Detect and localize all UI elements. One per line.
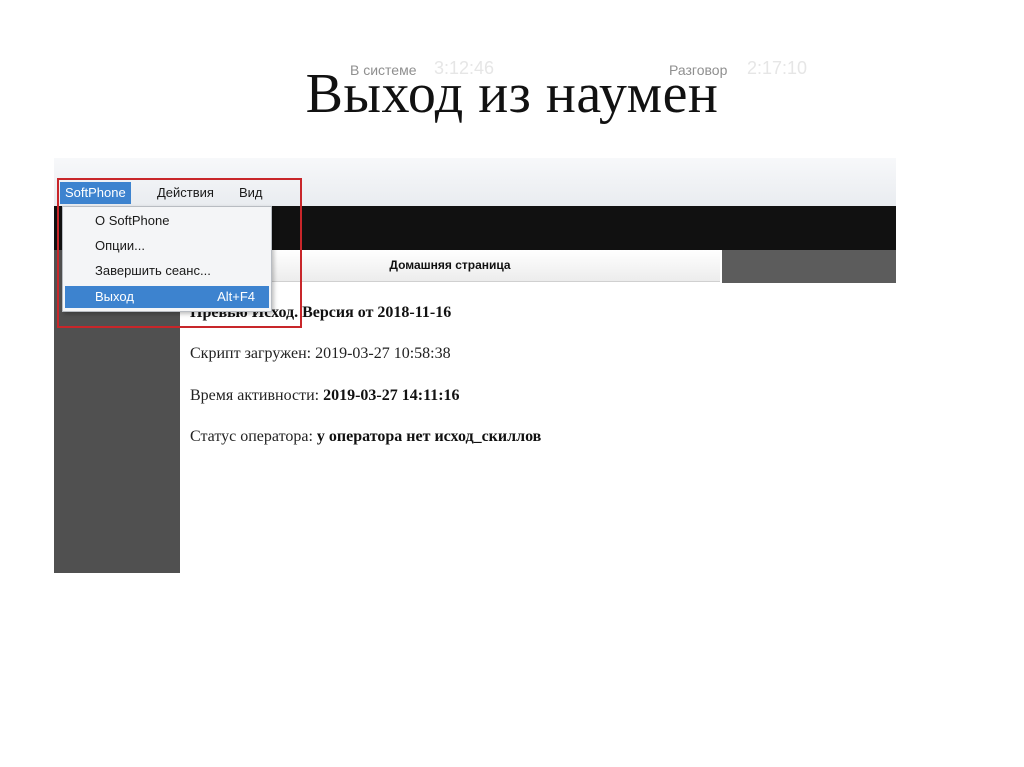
menu-item-about-label: О SoftPhone <box>95 213 170 228</box>
slide-title: Выход из наумен <box>305 63 719 125</box>
menu-actions[interactable]: Действия <box>152 182 219 204</box>
tab-strip-empty-area <box>722 250 896 283</box>
menu-softphone[interactable]: SoftPhone <box>60 182 131 204</box>
call-label: Разговор <box>669 62 728 78</box>
menu-item-end-session[interactable]: Завершить сеанс... <box>65 260 269 282</box>
operator-status-label: Статус оператора: <box>190 428 313 445</box>
operator-status-value: у оператора нет исход_скиллов <box>316 428 542 445</box>
menu-item-exit-label: Выход <box>95 289 134 304</box>
in-system-timer: 3:12:46 <box>434 58 495 78</box>
menu-item-options-label: Опции... <box>95 238 145 253</box>
script-loaded-value: 2019-03-27 10:58:38 <box>315 345 451 362</box>
menubar: SoftPhone Действия Вид <box>54 158 896 207</box>
script-loaded-line: Скрипт загружен: 2019-03-27 10:58:38 <box>190 345 451 363</box>
menu-item-end-session-label: Завершить сеанс... <box>95 263 211 278</box>
activity-time-value: 2019-03-27 14:11:16 <box>323 387 460 404</box>
script-loaded-label: Скрипт загружен: <box>190 345 312 362</box>
menu-item-exit[interactable]: Выход Alt+F4 <box>65 286 269 308</box>
tab-strip: Домашняя страница <box>180 250 896 283</box>
operator-status-line: Статус оператора: у оператора нет исход_… <box>190 428 541 446</box>
in-system-label: В системе <box>350 62 417 78</box>
call-timer: 2:17:10 <box>747 58 808 78</box>
softphone-dropdown-menu: О SoftPhone Опции... Завершить сеанс... … <box>62 206 272 312</box>
activity-time-label: Время активности: <box>190 387 320 404</box>
activity-time-line: Время активности: 2019-03-27 14:11:16 <box>190 387 460 405</box>
menu-item-options[interactable]: Опции... <box>65 235 269 257</box>
menu-view[interactable]: Вид <box>234 182 268 204</box>
menu-item-exit-shortcut: Alt+F4 <box>217 289 255 304</box>
menu-item-about[interactable]: О SoftPhone <box>65 210 269 232</box>
